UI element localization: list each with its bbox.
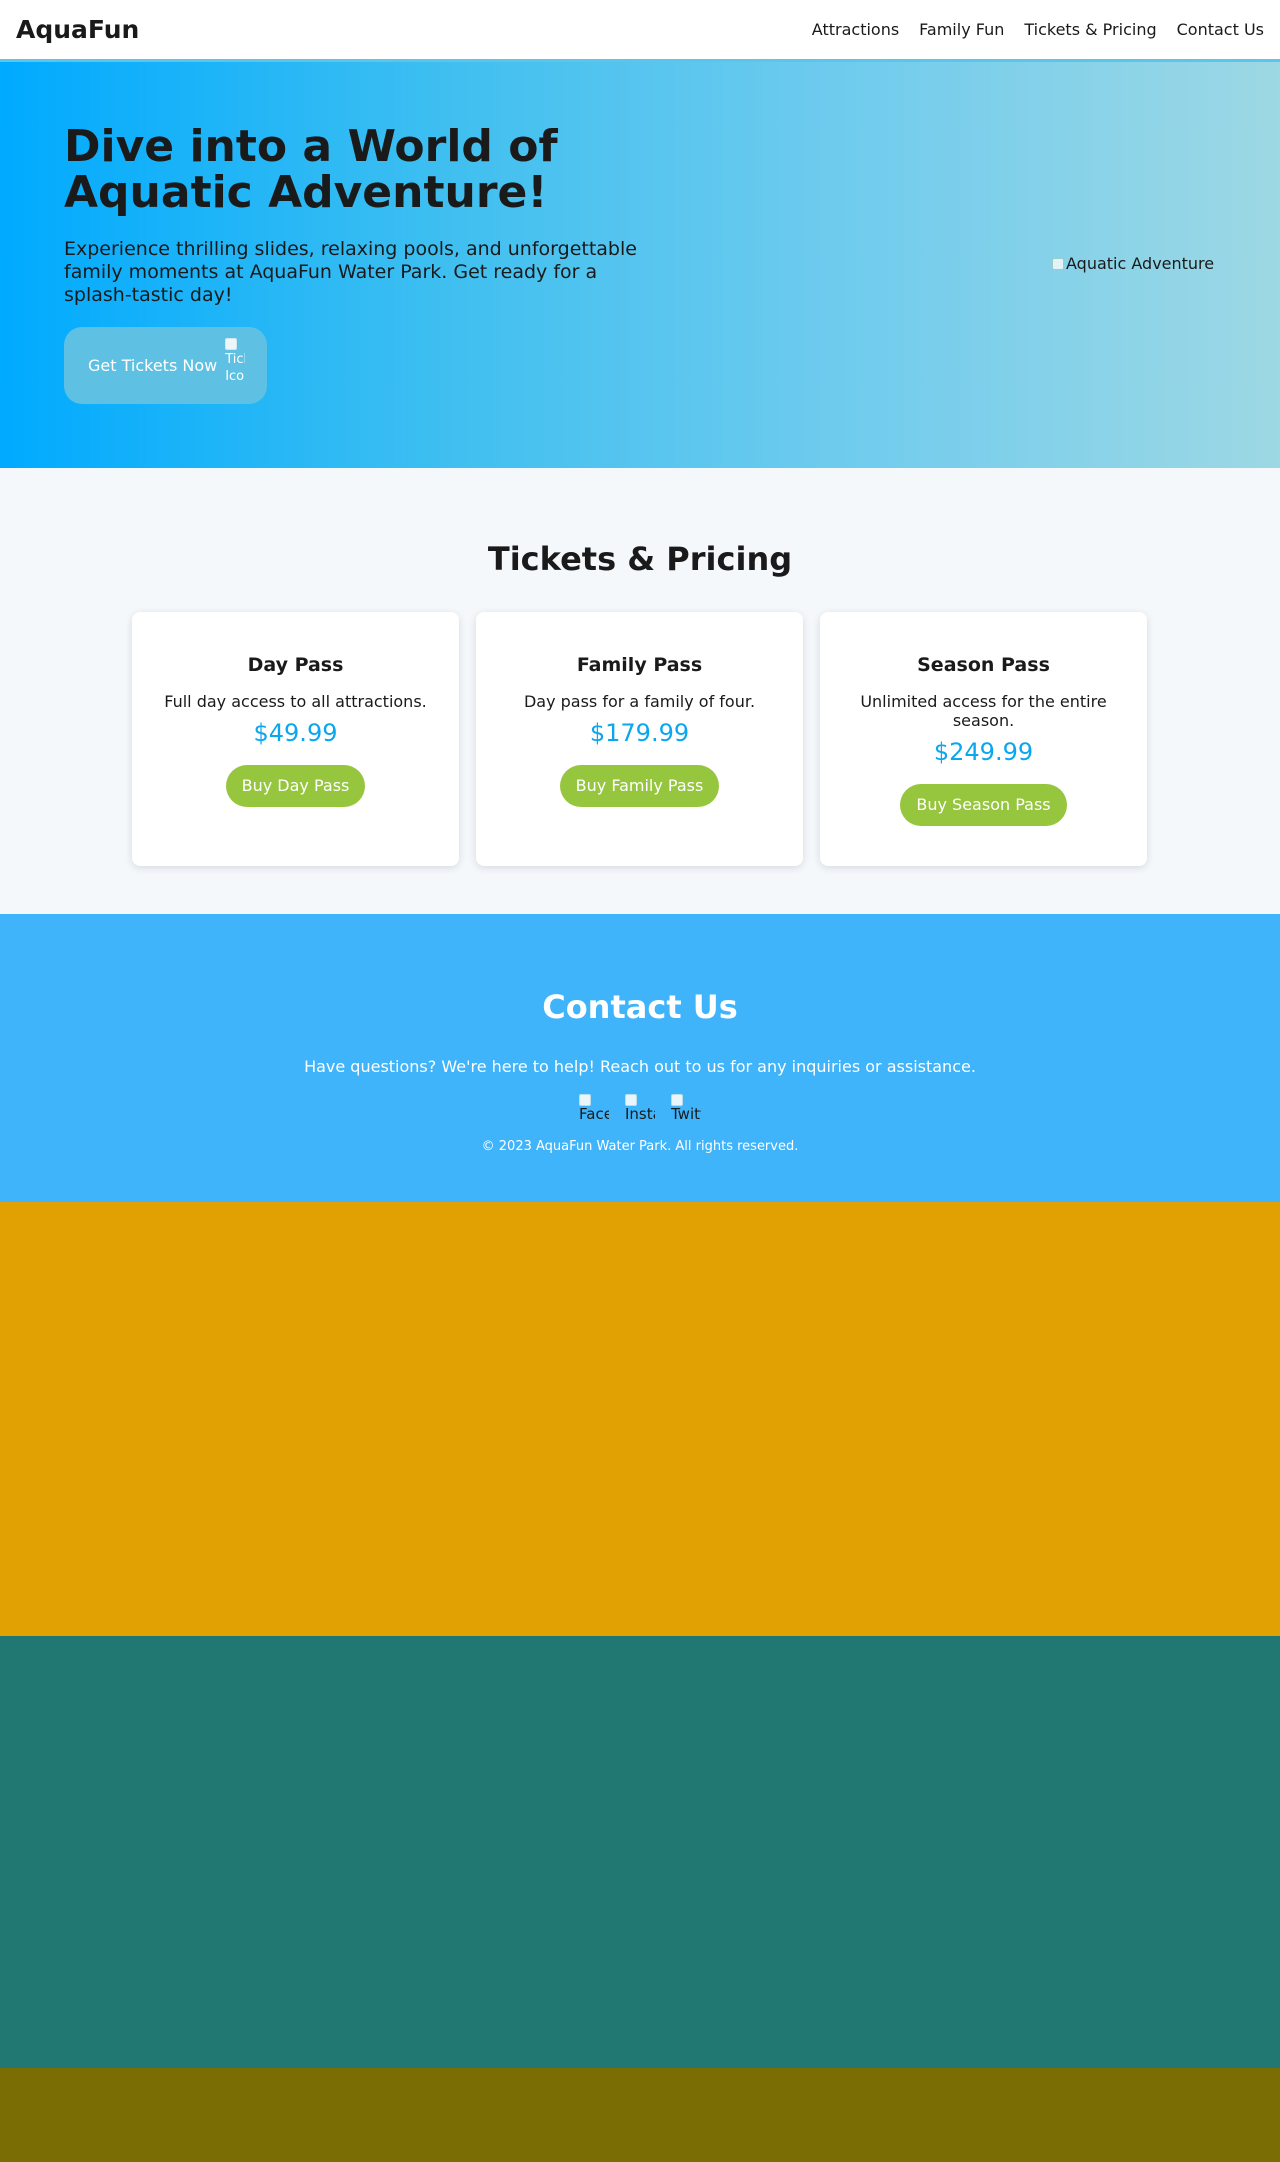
card-price: $49.99 [253,719,338,747]
twitter-alt: Twitter [671,1105,701,1123]
nav-attractions[interactable]: Attractions [812,20,899,39]
hero-section: Dive into a World of Aquatic Adventure! … [0,62,1280,468]
color-band-olive [0,2068,1280,2162]
instagram-alt: Instagram [625,1105,655,1123]
buy-day-pass-button[interactable]: Buy Day Pass [225,765,366,807]
instagram-icon[interactable]: Instagram [625,1094,655,1124]
buy-season-pass-button[interactable]: Buy Season Pass [900,784,1067,826]
contact-text: Have questions? We're here to help! Reac… [304,1057,976,1076]
nav-contact-us[interactable]: Contact Us [1177,20,1264,39]
ticket-icon: Ticket Icon [225,337,245,394]
hero-image-alt: Aquatic Adventure [1066,254,1215,273]
card-description: Full day access to all attractions. [164,692,427,711]
get-tickets-button[interactable]: Get Tickets Now Ticket Icon [64,327,267,404]
card-name: Family Pass [576,654,703,676]
hero-title: Dive into a World of Aquatic Adventure! [64,121,558,218]
pricing-title: Tickets & Pricing [487,540,793,578]
broken-image-icon [1052,257,1064,270]
hero-image: Aquatic Adventure [1052,254,1214,273]
social-links: Facebook Instagram Twitter [0,1094,1280,1124]
pricing-card-season-pass: Season Pass Unlimited access for the ent… [820,612,1147,866]
color-band-teal [0,1636,1280,2068]
card-description: Unlimited access for the entire season. [860,692,1107,730]
get-tickets-label: Get Tickets Now [88,356,218,375]
buy-family-pass-button[interactable]: Buy Family Pass [559,765,720,807]
broken-image-icon [225,337,238,350]
card-price: $249.99 [933,738,1034,766]
facebook-icon[interactable]: Facebook [579,1094,609,1124]
logo[interactable]: AquaFun [16,15,139,44]
copyright: © 2023 AquaFun Water Park. All rights re… [481,1139,799,1154]
contact-section: Contact Us Have questions? We're here to… [0,914,1280,1202]
site-header: AquaFun Attractions Family Fun Tickets &… [0,0,1280,62]
nav-tickets-pricing[interactable]: Tickets & Pricing [1024,20,1156,39]
card-name: Season Pass [917,654,1050,676]
nav-family-fun[interactable]: Family Fun [919,20,1004,39]
color-band-orange [0,1202,1280,1636]
pricing-section: Tickets & Pricing Day Pass Full day acce… [0,468,1280,914]
contact-title: Contact Us [542,988,738,1026]
facebook-alt: Facebook [579,1105,609,1123]
ticket-icon-alt: Ticket Icon [225,351,245,384]
card-name: Day Pass [247,654,344,676]
pricing-card-family-pass: Family Pass Day pass for a family of fou… [476,612,803,866]
main-nav: Attractions Family Fun Tickets & Pricing… [812,20,1264,39]
card-price: $179.99 [589,719,690,747]
twitter-icon[interactable]: Twitter [671,1094,701,1124]
hero-text: Experience thrilling slides, relaxing po… [64,238,637,306]
card-description: Day pass for a family of four. [523,692,756,711]
pricing-card-day-pass: Day Pass Full day access to all attracti… [132,612,459,866]
